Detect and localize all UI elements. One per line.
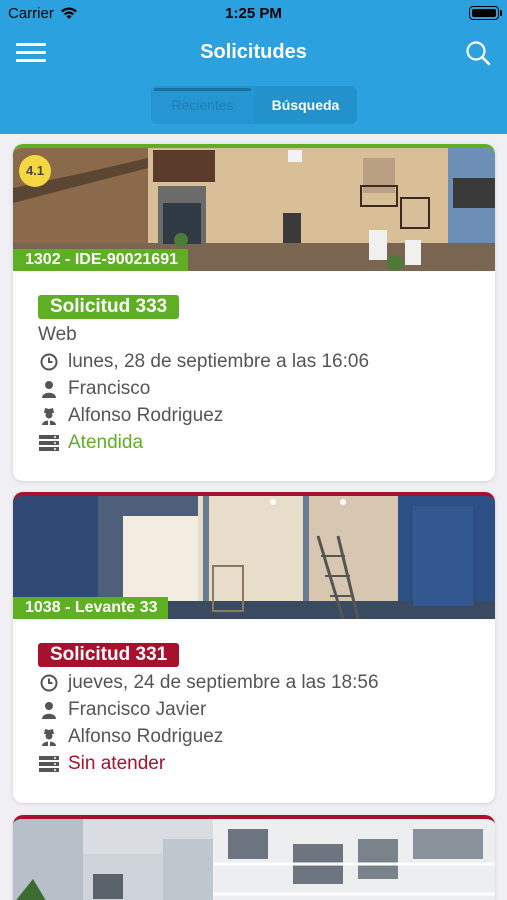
agent-icon [38, 727, 60, 747]
property-code: 1038 - Levante 33 [13, 597, 168, 619]
request-channel: Web [38, 324, 77, 345]
property-photo [13, 819, 495, 900]
tab-busqueda[interactable]: Búsqueda [254, 86, 357, 124]
clock: 1:25 PM [225, 5, 282, 22]
segmented-control: Recientes Búsqueda [151, 86, 357, 124]
request-status: Atendida [68, 432, 144, 453]
request-user: Francisco [68, 378, 151, 399]
agent-icon [38, 406, 60, 426]
user-icon [38, 379, 60, 399]
property-photo: 4.1 1302 - IDE-90021691 [13, 148, 495, 271]
rating-badge: 4.1 [19, 155, 51, 187]
request-status: Sin atender [68, 753, 166, 774]
request-title: Solicitud 333 [38, 295, 180, 319]
user-icon [38, 700, 60, 720]
server-icon [38, 433, 60, 453]
request-title: Solicitud 331 [38, 643, 180, 667]
clock-icon [38, 352, 60, 372]
navigation-bar: Solicitudes Recientes Búsqueda [0, 26, 507, 134]
request-card[interactable]: 4.1 1302 - IDE-90021691 Solicitud 333 We… [13, 144, 495, 481]
request-date: lunes, 28 de septiembre a las 16:06 [68, 351, 370, 372]
request-agent: Alfonso Rodriguez [68, 726, 224, 747]
page-title: Solicitudes [200, 41, 307, 63]
property-code: 1302 - IDE-90021691 [13, 249, 188, 271]
search-icon[interactable] [465, 40, 491, 66]
server-icon [38, 754, 60, 774]
clock-icon [38, 673, 60, 693]
tab-recientes[interactable]: Recientes [151, 86, 254, 124]
battery-icon [469, 6, 502, 20]
request-date: jueves, 24 de septiembre a las 18:56 [68, 672, 379, 693]
request-user: Francisco Javier [68, 699, 207, 720]
status-bar: Carrier 1:25 PM [0, 0, 507, 26]
request-agent: Alfonso Rodriguez [68, 405, 224, 426]
property-photo: 1038 - Levante 33 [13, 496, 495, 619]
request-card[interactable] [13, 815, 495, 900]
request-card[interactable]: 1038 - Levante 33 Solicitud 331 jueves, … [13, 492, 495, 803]
